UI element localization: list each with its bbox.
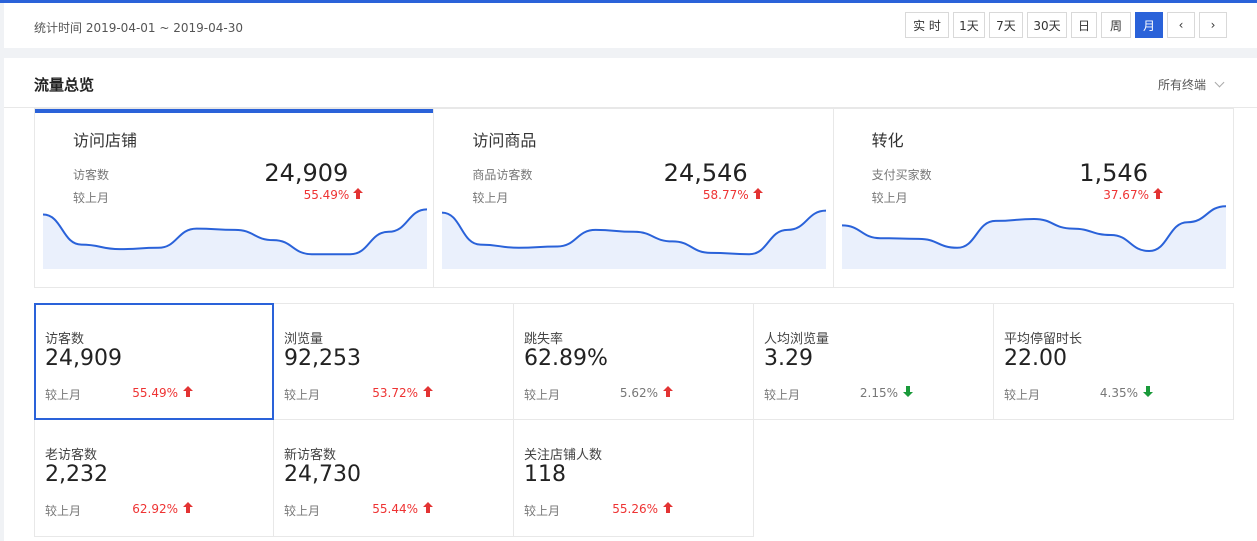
metric-change: 55.44% (372, 502, 433, 516)
arrow-up-icon (663, 502, 673, 516)
traffic-overview-panel: 流量总览 所有终端 访问店铺访客数较上月 24,909 55.49% 访问商品商品访客… (4, 58, 1257, 541)
metric-cell[interactable]: 新访客数 24,730 较上月 55.44% (274, 420, 514, 537)
trend-sparkline (841, 205, 1226, 269)
metric-label: 老访客数 (45, 448, 98, 463)
filter-bar: 统计时间 2019-04-01 ~ 2019-04-30 实 时 1天 7天 30天日… (4, 3, 1257, 48)
metric-cell[interactable]: 老访客数 2,232 较上月 62.92% (34, 420, 274, 537)
metric-change: 62.92% (132, 502, 193, 516)
metric-compare-label: 较上月 (524, 504, 561, 518)
metric-value: 3.29 (764, 346, 813, 371)
period-button[interactable]: 30天 (1027, 12, 1067, 38)
metric-change-value: 55.49% (132, 386, 178, 400)
period-selector: 实 时 1天 7天 30天日周月 ‹ › (901, 12, 1227, 38)
metric-value: 22.00 (1004, 346, 1067, 371)
arrow-down-icon (1143, 386, 1153, 400)
metric-change-value: 2.15% (859, 386, 898, 400)
trend-sparkline (442, 209, 827, 269)
card-value: 24,546 (663, 159, 748, 187)
card-value: 24,909 (264, 159, 349, 187)
metric-change-value: 55.26% (612, 502, 658, 516)
metric-cell[interactable]: 浏览量 92,253 较上月 53.72% (274, 303, 514, 420)
period-button[interactable]: 月 (1135, 12, 1163, 38)
panel-title: 流量总览 (34, 76, 95, 94)
metric-value: 92,253 (284, 346, 361, 371)
metric-value: 2,232 (45, 462, 108, 487)
trend-area (43, 209, 427, 269)
metric-compare-label: 较上月 (45, 504, 82, 518)
arrow-up-icon (183, 502, 193, 516)
overview-card[interactable]: 访问店铺 访客数 较上月 24,909 55.49% (35, 109, 435, 287)
arrow-up-icon (183, 386, 193, 400)
metric-change: 55.26% (612, 502, 673, 516)
panel-header: 流量总览 所有终端 (4, 58, 1257, 108)
metric-cell[interactable]: 人均浏览量 3.29 较上月 2.15% (754, 303, 994, 420)
period-button[interactable]: 周 (1101, 12, 1131, 38)
arrow-down-icon (903, 386, 913, 400)
metric-change-value: 62.92% (132, 502, 178, 516)
trend-area (442, 210, 827, 269)
period-button[interactable]: 7天 (989, 12, 1023, 38)
metric-cell[interactable]: 关注店铺人数 118 较上月 55.26% (514, 420, 754, 537)
metric-value: 24,730 (284, 462, 361, 487)
card-title: 转化 (871, 131, 904, 150)
metric-value: 24,909 (45, 346, 122, 371)
metric-label: 新访客数 (284, 448, 337, 463)
terminal-label: 所有终端 (1157, 78, 1206, 92)
card-metric-label: 支付买家数 (871, 168, 932, 182)
period-button[interactable]: 日 (1071, 12, 1097, 38)
period-button[interactable]: 1天 (953, 12, 985, 38)
arrow-up-icon (663, 386, 673, 400)
overview-cards: 访问店铺 访客数 较上月 24,909 55.49% 访问商品 商品访客数 较上月 24,546… (34, 108, 1234, 288)
metric-compare-label: 较上月 (284, 504, 321, 518)
metric-change: 2.15% (860, 386, 913, 400)
arrow-up-icon (423, 502, 433, 516)
metric-change-value: 4.35% (1099, 386, 1138, 400)
period-button[interactable]: 实 时 (905, 12, 949, 38)
period-button[interactable]: › (1199, 12, 1227, 38)
metric-change: 4.35% (1100, 386, 1153, 400)
card-metric-label: 访客数 (73, 168, 110, 182)
metric-label: 平均停留时长 (1004, 332, 1083, 347)
chevron-down-icon (1214, 77, 1225, 88)
period-button[interactable]: ‹ (1167, 12, 1195, 38)
metric-compare-label: 较上月 (1004, 388, 1041, 402)
metric-compare-label: 较上月 (764, 388, 801, 402)
metric-change: 55.49% (132, 386, 193, 400)
metric-compare-label: 较上月 (45, 388, 82, 402)
metric-label: 人均浏览量 (764, 332, 830, 347)
card-title: 访问商品 (472, 131, 537, 150)
overview-card[interactable]: 访问商品 商品访客数 较上月 24,546 58.77% (434, 109, 834, 287)
metric-change-value: 55.44% (372, 502, 418, 516)
card-title: 访问店铺 (73, 131, 138, 150)
metric-cell[interactable]: 跳失率 62.89% 较上月 5.62% (514, 303, 754, 420)
trend-sparkline (43, 208, 427, 269)
metric-change: 53.72% (372, 386, 433, 400)
metric-value: 118 (524, 462, 566, 487)
card-metric-label: 商品访客数 (472, 168, 533, 182)
metric-change-value: 5.62% (619, 386, 658, 400)
metric-change: 5.62% (620, 386, 673, 400)
card-value: 1,546 (1079, 159, 1148, 187)
metric-compare-label: 较上月 (284, 388, 321, 402)
metric-cell[interactable]: 访客数 24,909 较上月 55.49% (34, 303, 274, 420)
metric-value: 62.89% (524, 346, 608, 371)
metric-compare-label: 较上月 (524, 388, 561, 402)
metric-change-value: 53.72% (372, 386, 418, 400)
metric-label: 跳失率 (524, 332, 564, 347)
metric-label: 访客数 (45, 332, 85, 347)
terminal-dropdown[interactable]: 所有终端 (1157, 76, 1225, 93)
overview-card[interactable]: 转化 支付买家数 较上月 1,546 37.67% (834, 109, 1233, 287)
metric-cell[interactable]: 平均停留时长 22.00 较上月 4.35% (994, 303, 1234, 420)
arrow-up-icon (423, 386, 433, 400)
metric-label: 关注店铺人数 (524, 448, 603, 463)
metric-label: 浏览量 (284, 332, 324, 347)
date-range: 统计时间 2019-04-01 ~ 2019-04-30 (34, 21, 243, 35)
